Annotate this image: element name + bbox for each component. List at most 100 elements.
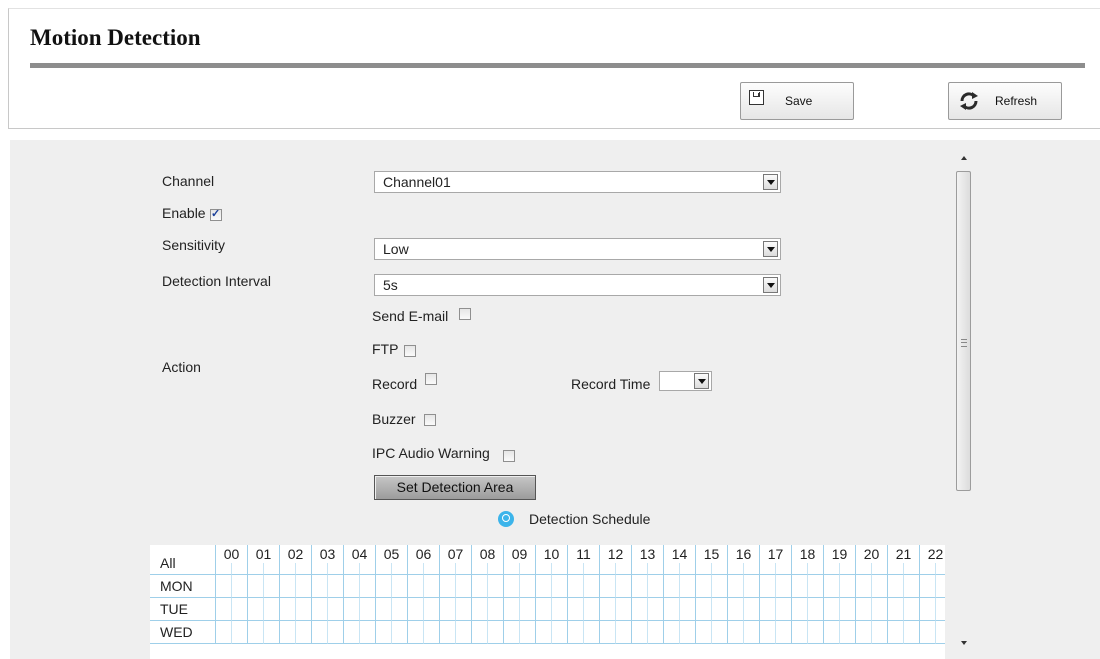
- record-time-select[interactable]: [659, 371, 712, 391]
- schedule-slot[interactable]: [632, 598, 648, 621]
- schedule-slot[interactable]: [568, 598, 584, 621]
- schedule-slot[interactable]: [248, 598, 264, 621]
- schedule-slot[interactable]: [792, 575, 808, 598]
- schedule-slot[interactable]: [232, 598, 248, 621]
- detection-interval-select[interactable]: 5s: [374, 274, 781, 296]
- schedule-slot[interactable]: [456, 575, 472, 598]
- schedule-slot[interactable]: [888, 598, 904, 621]
- schedule-slot[interactable]: [488, 575, 504, 598]
- schedule-slot[interactable]: [904, 575, 920, 598]
- schedule-slot[interactable]: [696, 575, 712, 598]
- schedule-slot[interactable]: [392, 621, 408, 644]
- schedule-slot[interactable]: [280, 575, 296, 598]
- schedule-slot[interactable]: [552, 598, 568, 621]
- schedule-slot[interactable]: [264, 621, 280, 644]
- schedule-slot[interactable]: [632, 621, 648, 644]
- schedule-slot[interactable]: [552, 621, 568, 644]
- save-button[interactable]: Save: [740, 82, 854, 120]
- schedule-slot[interactable]: [488, 621, 504, 644]
- enable-checkbox[interactable]: [210, 207, 222, 221]
- schedule-slot[interactable]: [776, 621, 792, 644]
- schedule-slot[interactable]: [680, 598, 696, 621]
- schedule-slot[interactable]: [504, 575, 520, 598]
- schedule-slot[interactable]: [728, 598, 744, 621]
- schedule-slot[interactable]: [264, 598, 280, 621]
- schedule-slot[interactable]: [344, 575, 360, 598]
- schedule-slot[interactable]: [664, 575, 680, 598]
- schedule-slot[interactable]: [232, 575, 248, 598]
- schedule-slot[interactable]: [888, 621, 904, 644]
- schedule-slot[interactable]: [440, 575, 456, 598]
- schedule-slot[interactable]: [648, 575, 664, 598]
- schedule-slot[interactable]: [280, 598, 296, 621]
- schedule-slot[interactable]: [536, 598, 552, 621]
- schedule-slot[interactable]: [728, 575, 744, 598]
- schedule-slot[interactable]: [424, 598, 440, 621]
- schedule-slot[interactable]: [376, 575, 392, 598]
- schedule-slot[interactable]: [920, 598, 936, 621]
- schedule-slot[interactable]: [520, 621, 536, 644]
- schedule-slot[interactable]: [536, 575, 552, 598]
- schedule-slot[interactable]: [744, 621, 760, 644]
- schedule-slot[interactable]: [328, 621, 344, 644]
- schedule-slot[interactable]: [472, 575, 488, 598]
- schedule-slot[interactable]: [744, 575, 760, 598]
- schedule-slot[interactable]: [376, 598, 392, 621]
- scroll-up-icon[interactable]: [955, 150, 973, 166]
- schedule-slot[interactable]: [488, 598, 504, 621]
- schedule-slot[interactable]: [216, 598, 232, 621]
- schedule-slot[interactable]: [808, 598, 824, 621]
- schedule-slot[interactable]: [712, 575, 728, 598]
- schedule-slot[interactable]: [600, 575, 616, 598]
- schedule-slot[interactable]: [872, 621, 888, 644]
- sensitivity-select[interactable]: Low: [374, 238, 781, 260]
- schedule-slot[interactable]: [648, 621, 664, 644]
- schedule-slot[interactable]: [616, 598, 632, 621]
- schedule-slot[interactable]: [360, 598, 376, 621]
- refresh-button[interactable]: Refresh: [948, 82, 1062, 120]
- schedule-slot[interactable]: [600, 598, 616, 621]
- schedule-slot[interactable]: [440, 598, 456, 621]
- schedule-slot[interactable]: [328, 575, 344, 598]
- schedule-slot[interactable]: [248, 621, 264, 644]
- schedule-slot[interactable]: [392, 575, 408, 598]
- schedule-slot[interactable]: [424, 621, 440, 644]
- schedule-slot[interactable]: [296, 621, 312, 644]
- vertical-scrollbar[interactable]: [955, 150, 973, 659]
- buzzer-checkbox[interactable]: [424, 414, 436, 426]
- schedule-slot[interactable]: [664, 598, 680, 621]
- schedule-all-button[interactable]: All: [150, 545, 216, 575]
- schedule-slot[interactable]: [568, 621, 584, 644]
- schedule-slot[interactable]: [920, 621, 936, 644]
- scrollbar-thumb[interactable]: [956, 171, 971, 491]
- schedule-slot[interactable]: [616, 621, 632, 644]
- schedule-slot[interactable]: [520, 598, 536, 621]
- schedule-slot[interactable]: [408, 621, 424, 644]
- schedule-slot[interactable]: [504, 621, 520, 644]
- schedule-slot[interactable]: [664, 621, 680, 644]
- schedule-slot[interactable]: [712, 621, 728, 644]
- set-detection-area-button[interactable]: Set Detection Area: [374, 475, 536, 500]
- schedule-slot[interactable]: [680, 575, 696, 598]
- schedule-slot[interactable]: [312, 575, 328, 598]
- schedule-slot[interactable]: [856, 598, 872, 621]
- schedule-slot[interactable]: [568, 575, 584, 598]
- schedule-slot[interactable]: [936, 621, 945, 644]
- schedule-slot[interactable]: [248, 575, 264, 598]
- schedule-slot[interactable]: [808, 575, 824, 598]
- schedule-slot[interactable]: [792, 621, 808, 644]
- schedule-slot[interactable]: [600, 621, 616, 644]
- schedule-slot[interactable]: [712, 598, 728, 621]
- schedule-slot[interactable]: [856, 575, 872, 598]
- schedule-slot[interactable]: [376, 621, 392, 644]
- channel-select[interactable]: Channel01: [374, 171, 781, 193]
- schedule-slot[interactable]: [296, 575, 312, 598]
- schedule-slot[interactable]: [776, 575, 792, 598]
- schedule-slot[interactable]: [440, 621, 456, 644]
- schedule-slot[interactable]: [232, 621, 248, 644]
- schedule-slot[interactable]: [824, 598, 840, 621]
- schedule-slot[interactable]: [936, 575, 945, 598]
- scroll-down-icon[interactable]: [955, 635, 973, 651]
- schedule-slot[interactable]: [216, 621, 232, 644]
- ipc-audio-warning-checkbox[interactable]: [503, 450, 515, 462]
